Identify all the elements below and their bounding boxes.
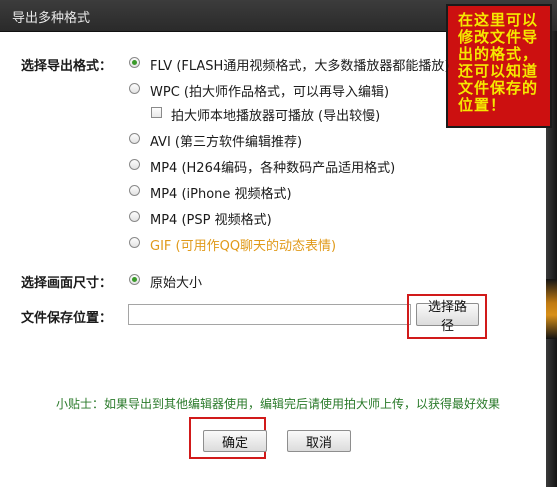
ok-button[interactable]: 确定 — [203, 430, 267, 452]
format-label: 选择导出格式： — [21, 59, 113, 74]
radio-avi[interactable] — [129, 133, 140, 144]
save-location-label: 文件保存位置： — [21, 311, 113, 326]
option-flv-label[interactable]: FLV (FLASH通用视频格式，大多数播放器都能播放) — [150, 55, 449, 74]
checkbox-wpc-local-player[interactable] — [151, 107, 162, 118]
radio-wpc[interactable] — [129, 83, 140, 94]
radio-original-size[interactable] — [129, 274, 140, 285]
annotation-note: 在这里可以修改文件导出的格式，还可以知道文件保存的位置！ — [446, 4, 552, 128]
original-size-label[interactable]: 原始大小 — [150, 272, 202, 291]
option-gif-label[interactable]: GIF (可用作QQ聊天的动态表情) — [150, 235, 336, 254]
option-mp4-h264-label[interactable]: MP4 (H264编码，各种数码产品适用格式) — [150, 157, 395, 176]
checkbox-wpc-hint: (导出较慢) — [318, 109, 381, 124]
radio-gif[interactable] — [129, 237, 140, 248]
radio-mp4-h264[interactable] — [129, 159, 140, 170]
option-mp4-iphone-label[interactable]: MP4 (iPhone 视频格式) — [150, 183, 292, 202]
checkbox-wpc-local-player-label[interactable]: 拍大师本地播放器可播放 — [171, 105, 314, 124]
radio-flv[interactable] — [129, 57, 140, 68]
radio-mp4-psp[interactable] — [129, 211, 140, 222]
option-avi-label[interactable]: AVI (第三方软件编辑推荐) — [150, 131, 302, 150]
option-wpc-label[interactable]: WPC (拍大师作品格式，可以再导入编辑) — [150, 81, 389, 100]
radio-mp4-iphone[interactable] — [129, 185, 140, 196]
save-path-input[interactable] — [128, 304, 411, 325]
option-mp4-psp-label[interactable]: MP4 (PSP 视频格式) — [150, 209, 272, 228]
browse-path-button[interactable]: 选择路径 — [416, 300, 479, 334]
tip-text: 小贴士：如果导出到其他编辑器使用，编辑完后请使用拍大师上传，以获得最好效果 — [56, 397, 501, 411]
size-label: 选择画面尺寸： — [21, 276, 113, 291]
edge-glow — [546, 279, 557, 339]
window-title: 导出多种格式 — [12, 11, 91, 26]
cancel-button[interactable]: 取消 — [287, 430, 351, 452]
